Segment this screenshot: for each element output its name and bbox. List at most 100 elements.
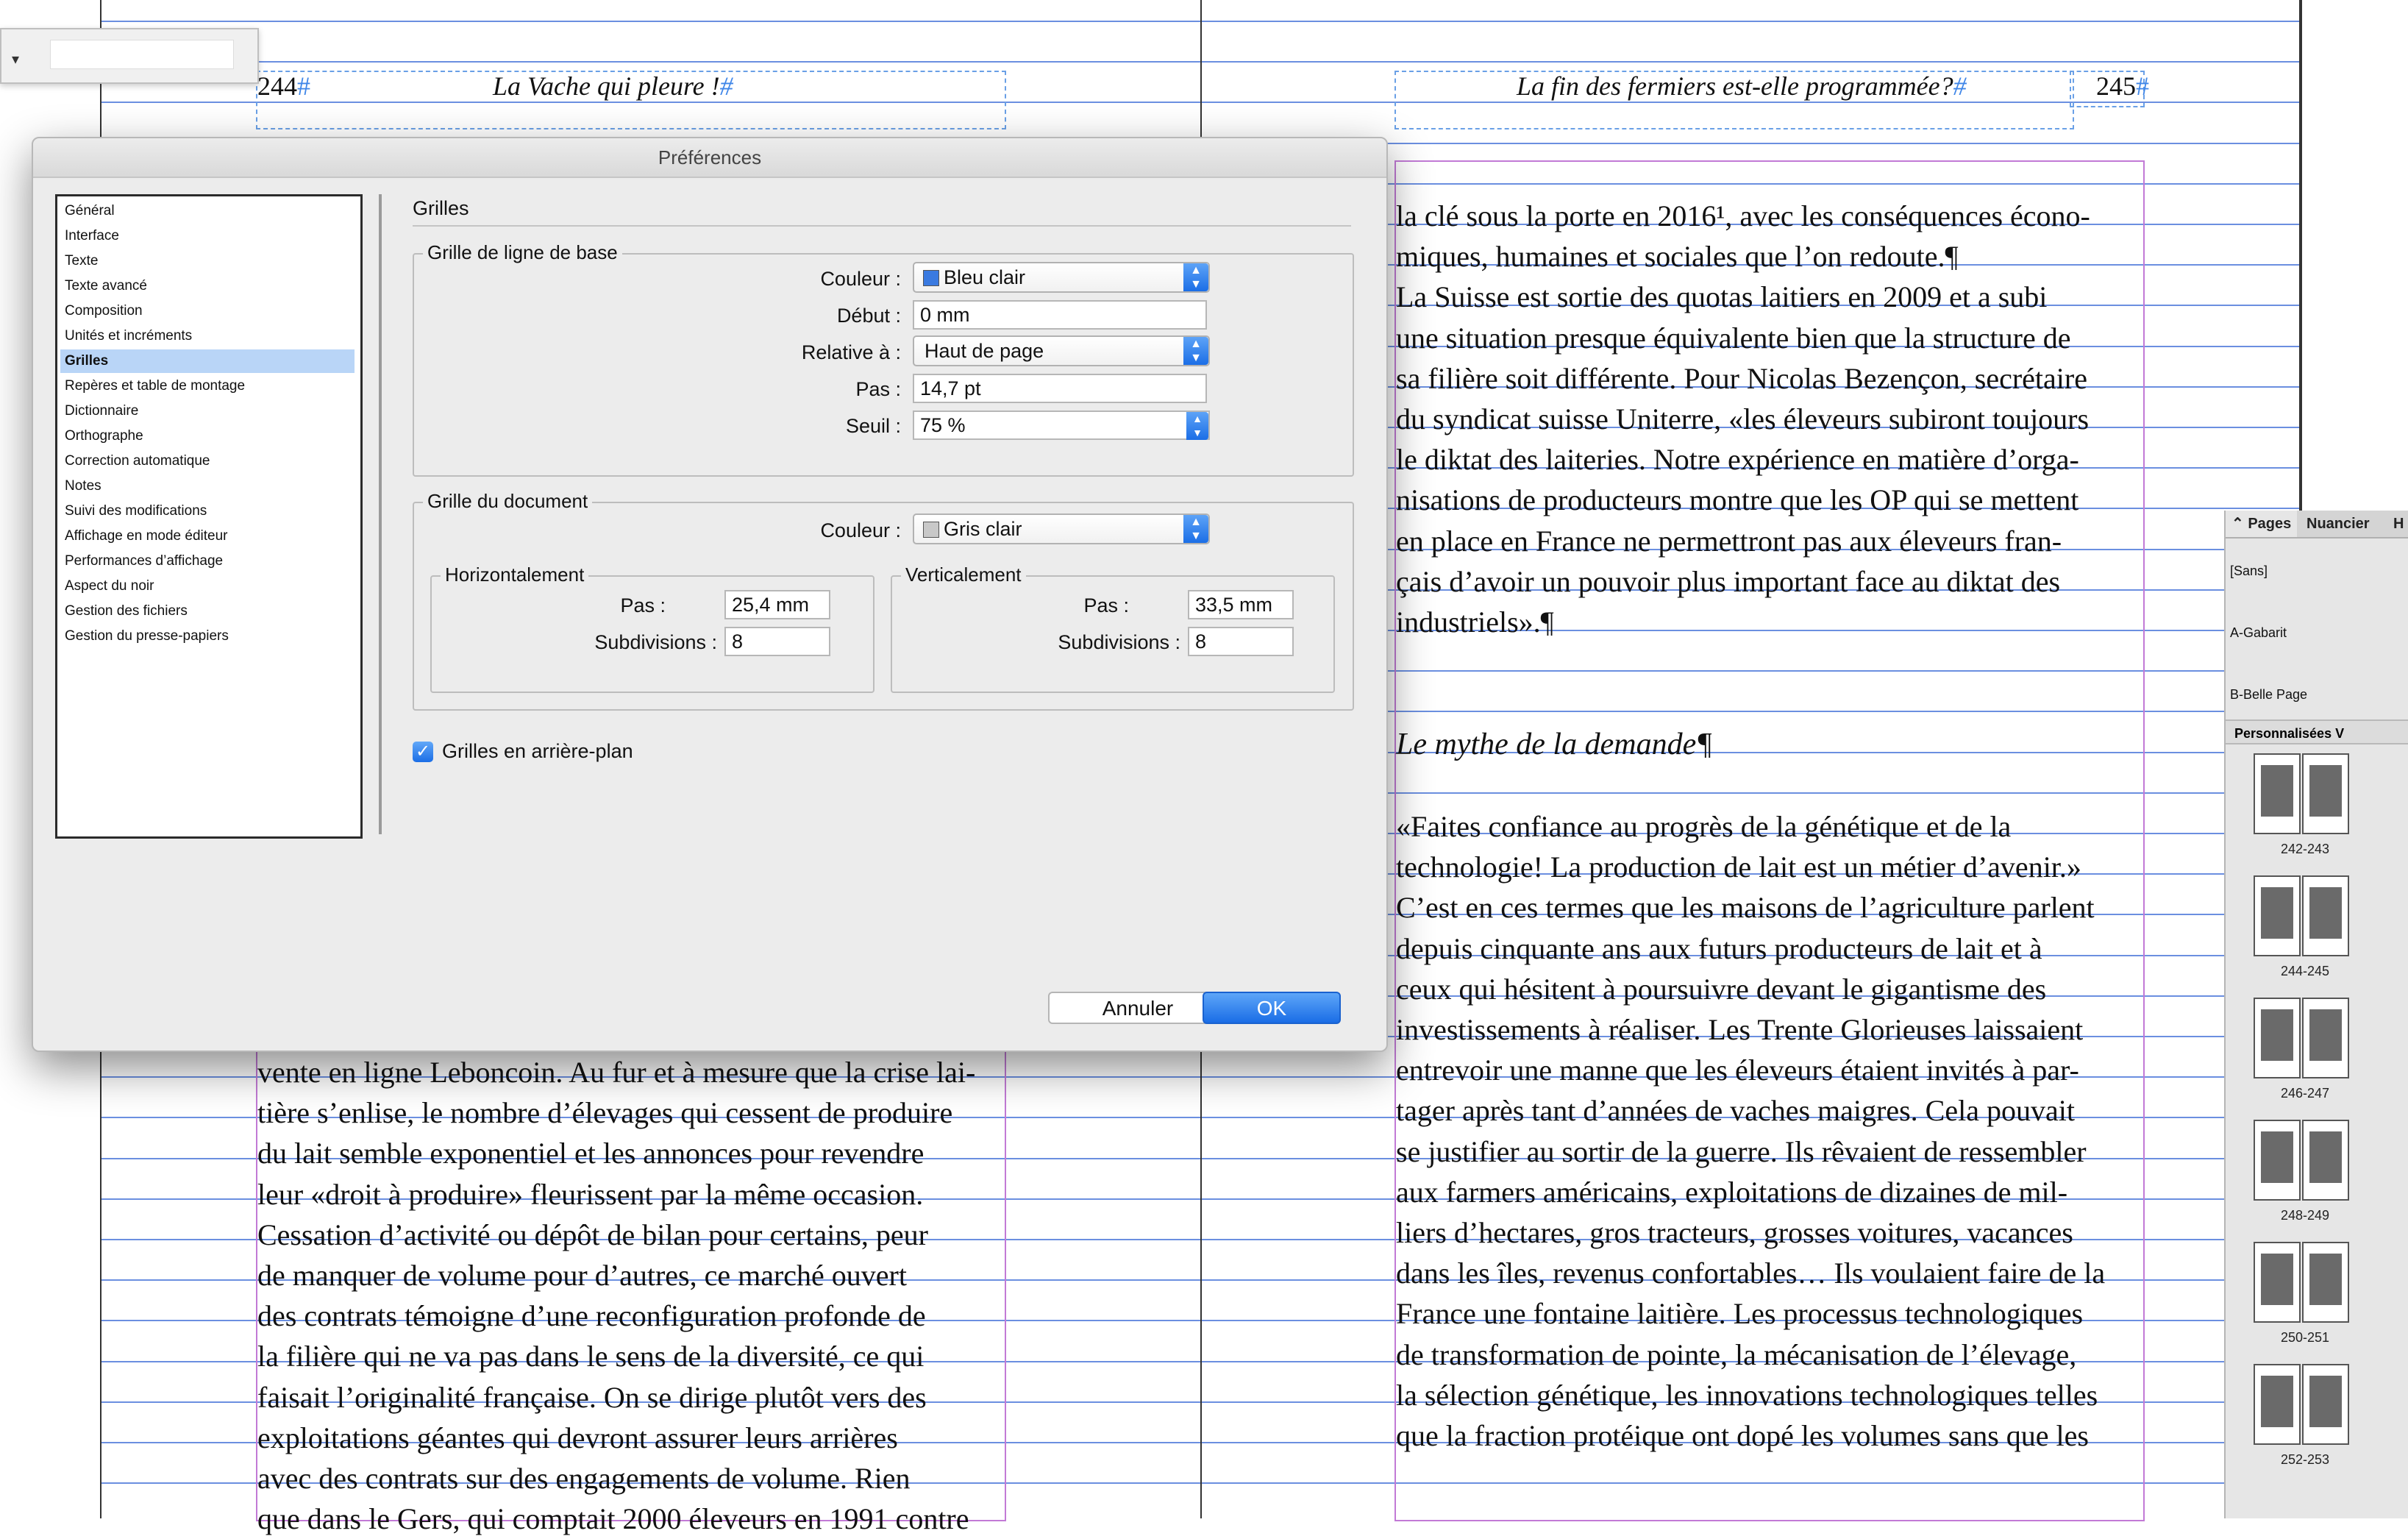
baseline-start-field[interactable]: 0 mm xyxy=(913,300,1207,330)
text-line: la clé sous la porte en 2016¹, avec les … xyxy=(1396,199,2090,232)
text-line: la sélection génétique, les innovations … xyxy=(1396,1378,2098,1412)
spread-thumbnail[interactable] xyxy=(2254,753,2357,834)
vertical-subdiv-field[interactable]: 8 xyxy=(1188,627,1294,656)
background-checkbox[interactable]: ✓ xyxy=(413,742,433,762)
baseline-color-label: Couleur : xyxy=(820,268,901,290)
text-line: exploitations géantes qui devront assure… xyxy=(257,1421,898,1454)
text-line: Cessation d’activité ou dépôt de bilan p… xyxy=(257,1218,928,1251)
baseline-threshold-value: 75 % xyxy=(920,414,966,436)
document-grid-group-label: Grille du document xyxy=(423,490,593,513)
left-running-head: La Vache qui pleure !# xyxy=(493,71,733,101)
text-line: industriels».¶ xyxy=(1396,605,1554,639)
spread-thumbnail[interactable] xyxy=(2254,998,2357,1078)
category-item[interactable]: Unités et incréments xyxy=(60,324,355,348)
baseline-color-select[interactable]: Bleu clair ▲ ▼ xyxy=(913,262,1210,293)
text-line: en place en France ne permettront pas au… xyxy=(1396,524,2062,558)
master-none[interactable]: [Sans] xyxy=(2230,564,2268,579)
color-swatch-icon xyxy=(923,270,939,286)
vertical-subdiv-label: Subdivisions : xyxy=(1058,631,1180,653)
category-item[interactable]: Gestion du presse-papiers xyxy=(60,625,355,648)
baseline-increment-field[interactable]: 14,7 pt xyxy=(913,374,1207,403)
tab-nuancier[interactable]: Nuancier xyxy=(2301,511,2376,537)
baseline-color-value: Bleu clair xyxy=(944,266,1026,288)
master-a[interactable]: A-Gabarit xyxy=(2230,625,2287,641)
spread-label: 242-243 xyxy=(2280,842,2330,856)
document-grid-color-value: Gris clair xyxy=(944,518,1022,540)
spread-thumbnail[interactable] xyxy=(2254,1364,2357,1445)
color-swatch-icon xyxy=(923,522,939,538)
horizontal-step-field[interactable]: 25,4 mm xyxy=(724,590,830,619)
text-line: leur «droit à produire» fleurissent par … xyxy=(257,1177,924,1211)
chevron-updown-icon[interactable]: ▲ ▼ xyxy=(1183,337,1208,365)
dropdown-arrow-icon[interactable]: ▾ xyxy=(12,50,19,68)
category-list[interactable]: Général Interface Texte Texte avancé Composi… xyxy=(55,194,363,839)
category-item[interactable]: Texte xyxy=(60,249,355,273)
horizontal-subdiv-label: Subdivisions : xyxy=(594,631,717,653)
category-item[interactable]: Repères et table de montage xyxy=(60,374,355,398)
ok-button[interactable]: OK xyxy=(1203,992,1341,1024)
control-bar-field[interactable]: ▾ xyxy=(0,28,259,84)
document-grid-color-select[interactable]: Gris clair ▲ ▼ xyxy=(913,513,1210,544)
category-item[interactable]: Grilles xyxy=(60,349,355,373)
category-item[interactable]: Notes xyxy=(60,475,355,498)
stepper-icon[interactable]: ▲ ▼ xyxy=(1186,412,1208,440)
category-item[interactable]: Aspect du noir xyxy=(60,575,355,598)
baseline-threshold-label: Seuil : xyxy=(845,415,901,437)
vertical-step-field[interactable]: 33,5 mm xyxy=(1188,590,1294,619)
spread-label: 248-249 xyxy=(2280,1208,2330,1223)
section-heading[interactable]: Le mythe de la demande¶ xyxy=(1396,725,2142,765)
page-size-menu[interactable]: Personnalisées V xyxy=(2226,719,2408,744)
text-line: se justifier au sortir de la guerre. Ils… xyxy=(1396,1134,2087,1168)
category-item[interactable]: Gestion des fichiers xyxy=(60,600,355,623)
spread-thumbnail[interactable] xyxy=(2254,1242,2357,1323)
horizontal-subdiv-field[interactable]: 8 xyxy=(724,627,830,656)
text-line: du syndicat suisse Uniterre, «les éleveu… xyxy=(1396,402,2090,436)
spread-thumbnail[interactable] xyxy=(2254,1120,2357,1201)
category-item[interactable]: Interface xyxy=(60,224,355,248)
category-item[interactable]: Orthographe xyxy=(60,424,355,448)
text-line: miques, humaines et sociales que l’on re… xyxy=(1396,240,1959,274)
baseline-relative-select[interactable]: Haut de page ▲ ▼ xyxy=(913,335,1210,366)
category-item[interactable]: Suivi des modifications xyxy=(60,500,355,523)
cancel-button[interactable]: Annuler xyxy=(1048,992,1228,1024)
category-item[interactable]: Dictionnaire xyxy=(60,399,355,423)
horizontal-group-label: Horizontalement xyxy=(441,564,589,586)
horizontal-step-label: Pas : xyxy=(620,594,666,616)
section-divider xyxy=(413,225,1351,227)
chevron-updown-icon[interactable]: ▲ ▼ xyxy=(1183,263,1208,291)
baseline-start-label: Début : xyxy=(836,305,901,327)
category-item[interactable]: Performances d’affichage xyxy=(60,550,355,573)
category-item[interactable]: Général xyxy=(60,199,355,223)
vertical-step-label: Pas : xyxy=(1083,594,1129,616)
category-item[interactable]: Affichage en mode éditeur xyxy=(60,525,355,548)
text-line: France une fontaine laitière. Les proces… xyxy=(1396,1297,2084,1331)
category-scrollbar[interactable] xyxy=(379,194,382,834)
right-page-number: 245# xyxy=(2096,71,2149,101)
chevron-updown-icon[interactable]: ▲ ▼ xyxy=(1183,515,1208,543)
baseline-group-label: Grille de ligne de base xyxy=(423,241,622,264)
text-line: vente en ligne Leboncoin. Au fur et à me… xyxy=(257,1056,976,1089)
category-item[interactable]: Composition xyxy=(60,299,355,323)
category-item[interactable]: Texte avancé xyxy=(60,274,355,298)
text-line: ceux qui hésitent à poursuivre devant le… xyxy=(1396,972,2047,1006)
text-line: de manquer de volume pour d’autres, ce m… xyxy=(257,1259,907,1292)
text-line: faisait l’originalité française. On se d… xyxy=(257,1380,927,1414)
document-grid-color-label: Couleur : xyxy=(820,519,901,541)
baseline-threshold-field[interactable]: 75 % ▲ ▼ xyxy=(913,410,1210,440)
master-b[interactable]: B-Belle Page xyxy=(2230,687,2307,703)
text-line: tager après tant d’années de vaches maig… xyxy=(1396,1094,2075,1128)
text-line: liers d’hectares, gros tracteurs, grosse… xyxy=(1396,1216,2073,1249)
tab-pages[interactable]: ⌃ Pages xyxy=(2226,511,2298,537)
tab-h[interactable]: H xyxy=(2387,511,2408,537)
spread-thumbnail[interactable] xyxy=(2254,875,2357,956)
preferences-dialog: Préférences Général Interface Texte Texte a… xyxy=(32,137,1388,1052)
category-item[interactable]: Correction automatique xyxy=(60,449,355,473)
text-line: entrevoir une manne que les éleveurs éta… xyxy=(1396,1053,2079,1087)
section-title: Grilles xyxy=(413,197,469,219)
text-line: technologie! La production de lait est u… xyxy=(1396,850,2081,884)
text-line: tière s’enlise, le nombre d’élevages qui… xyxy=(257,1096,953,1130)
baseline-relative-label: Relative à : xyxy=(801,341,901,363)
control-bar-input[interactable] xyxy=(50,40,234,69)
text-line: sa filière soit différente. Pour Nicolas… xyxy=(1396,361,2087,395)
text-line: le diktat des laiteries. Notre expérienc… xyxy=(1396,443,2079,477)
